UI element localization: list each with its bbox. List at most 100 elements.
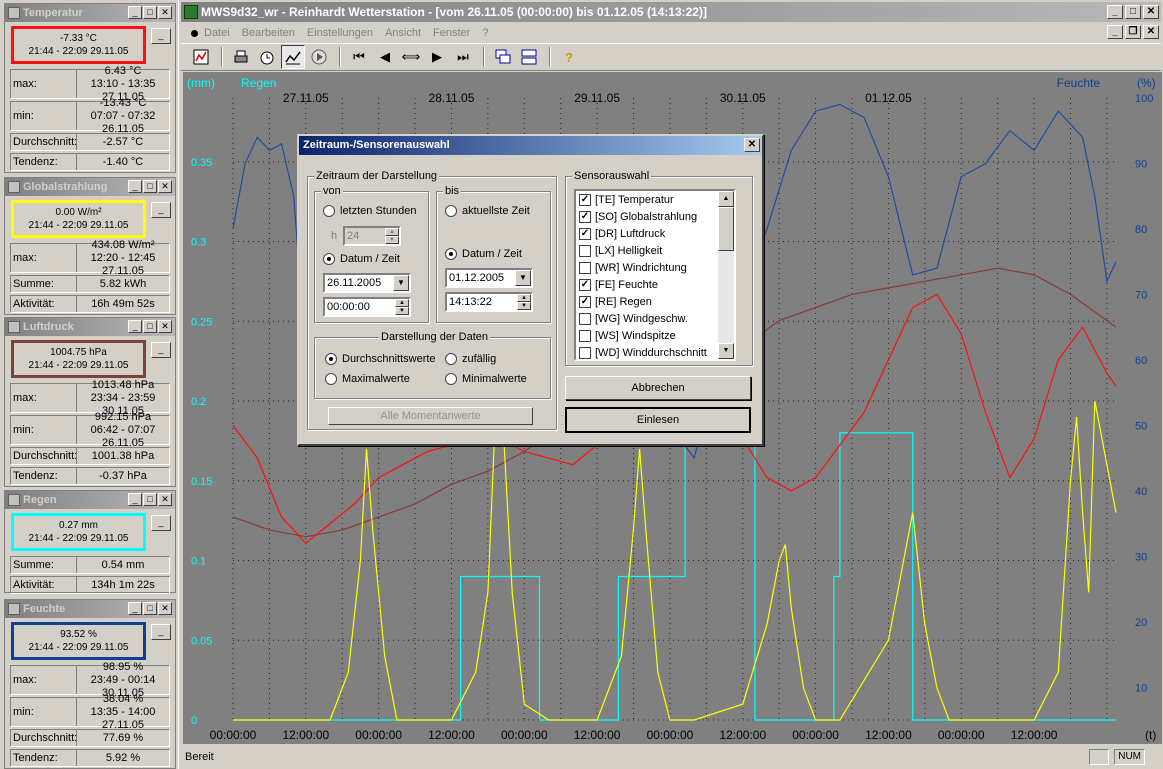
stat-row: max: 6.43 °C 13:10 - 13:35 27.11.05 (10, 65, 170, 103)
stat-label: Tendenz: (11, 750, 77, 766)
sensor-item[interactable]: [WS] Windspitze (576, 327, 734, 344)
panel-collapse-button[interactable]: _ (151, 624, 171, 640)
sensor-item[interactable]: ✓ [RE] Regen (576, 293, 734, 310)
child-restore-button[interactable]: ❐ (1125, 25, 1141, 39)
alle-momentanwerte-button[interactable]: Alle Momentanwerte (328, 407, 533, 425)
panel-close-button[interactable]: ✕ (158, 602, 172, 615)
y-left-tick-label: 0.25 (191, 316, 212, 328)
bis-date-combo[interactable]: 01.12.2005 ▼ (445, 268, 533, 288)
sensor-item[interactable]: ✓ [FE] Feuchte (576, 276, 734, 293)
radio-von-datum[interactable]: Datum / Zeit (323, 253, 400, 265)
menu-einstellungen[interactable]: Einstellungen (307, 27, 373, 39)
unchecked-checkbox[interactable] (579, 346, 591, 359)
checked-checkbox[interactable]: ✓ (579, 227, 591, 240)
menu-bearbeiten[interactable]: Bearbeiten (242, 27, 295, 39)
panel-minimize-button[interactable]: _ (128, 320, 142, 333)
tile-icon[interactable] (517, 45, 541, 69)
panel-maximize-button[interactable]: □ (143, 493, 157, 506)
sensor-item[interactable]: [WD] Winddurchschnitt (576, 344, 734, 359)
dialog-close-button[interactable]: ✕ (744, 138, 760, 152)
last-icon[interactable]: ⏭ (451, 45, 475, 69)
line-chart-icon[interactable] (281, 45, 305, 69)
einlesen-button[interactable]: Einlesen (565, 407, 751, 433)
panel-close-button[interactable]: ✕ (158, 6, 172, 19)
sensor-item[interactable]: [WG] Windgeschw. (576, 310, 734, 327)
child-close-button[interactable]: ✕ (1143, 25, 1159, 39)
unchecked-checkbox[interactable] (579, 329, 591, 342)
maximize-button[interactable]: □ (1125, 5, 1141, 19)
hours-spinner[interactable]: 24 ▲ ▼ (343, 226, 401, 246)
sensor-list-scrollbar[interactable]: ▲ ▼ (718, 191, 734, 359)
radio-durchschnitt[interactable]: Durchschnittswerte (325, 353, 436, 365)
sensor-item[interactable]: [WR] Windrichtung (576, 259, 734, 276)
play-icon[interactable] (307, 45, 331, 69)
minimize-button[interactable]: _ (1107, 5, 1123, 19)
radio-minimal[interactable]: Minimalwerte (445, 373, 527, 385)
close-button[interactable]: ✕ (1143, 5, 1159, 19)
timer-icon[interactable] (255, 45, 279, 69)
stat-label: Durchschnitt: (13, 134, 78, 150)
unchecked-checkbox[interactable] (579, 312, 591, 325)
child-minimize-button[interactable]: _ (1107, 25, 1123, 39)
checked-checkbox[interactable]: ✓ (579, 193, 591, 206)
menu-ansicht[interactable]: Ansicht (385, 27, 421, 39)
panel-close-button[interactable]: ✕ (158, 320, 172, 333)
print-icon[interactable] (229, 45, 253, 69)
panel-titlebar[interactable]: Globalstrahlung _ □ ✕ (5, 178, 175, 196)
stat-label: Summe: (11, 276, 77, 292)
scroll-up-icon[interactable]: ▲ (718, 191, 734, 207)
menu-fenster[interactable]: Fenster (433, 27, 470, 39)
panel-maximize-button[interactable]: □ (143, 6, 157, 19)
chart-icon[interactable] (189, 45, 213, 69)
abbrechen-button[interactable]: Abbrechen (565, 376, 751, 400)
panel-maximize-button[interactable]: □ (143, 320, 157, 333)
sensor-item[interactable]: [LX] Helligkeit (576, 242, 734, 259)
dialog-titlebar[interactable]: Zeitraum-/Sensorenauswahl ✕ (299, 136, 762, 155)
panel-minimize-button[interactable]: _ (128, 180, 142, 193)
panel-titlebar[interactable]: Temperatur _ □ ✕ (5, 4, 175, 22)
panel-collapse-button[interactable]: _ (151, 202, 171, 218)
panel-close-button[interactable]: ✕ (158, 180, 172, 193)
panel-titlebar[interactable]: Luftdruck _ □ ✕ (5, 318, 175, 336)
sensor-list[interactable]: ✓ [TE] Temperatur ✓ [SO] Globalstrahlung ✓ [D… (574, 189, 736, 361)
panel-minimize-button[interactable]: _ (128, 493, 142, 506)
von-date-combo[interactable]: 26.11.2005 ▼ (323, 273, 411, 293)
prev-icon[interactable]: ◀ (373, 45, 397, 69)
radio-letzte-stunden[interactable]: letzten Stunden (323, 205, 416, 217)
cascade-icon[interactable] (491, 45, 515, 69)
next-icon[interactable]: ▶ (425, 45, 449, 69)
radio-maximal[interactable]: Maximalwerte (325, 373, 410, 385)
panel-maximize-button[interactable]: □ (143, 602, 157, 615)
panel-close-button[interactable]: ✕ (158, 493, 172, 506)
panel-collapse-button[interactable]: _ (151, 342, 171, 358)
help-icon[interactable]: ? (557, 45, 581, 69)
current-time: 21:44 - 22:09 29.11.05 (28, 220, 129, 231)
radio-aktuellste-zeit[interactable]: aktuellste Zeit (445, 205, 530, 217)
checked-checkbox[interactable]: ✓ (579, 278, 591, 291)
panel-titlebar[interactable]: Regen _ □ ✕ (5, 491, 175, 509)
panel-titlebar[interactable]: Feuchte _ □ ✕ (5, 600, 175, 618)
panel-minimize-button[interactable]: _ (128, 602, 142, 615)
sensor-item[interactable]: ✓ [SO] Globalstrahlung (576, 208, 734, 225)
radio-zufaellig[interactable]: zufällig (445, 353, 496, 365)
menu-help[interactable]: ? (482, 27, 488, 39)
first-icon[interactable]: ⏮ (347, 45, 371, 69)
scroll-thumb[interactable] (718, 207, 734, 251)
scroll-down-icon[interactable]: ▼ (718, 343, 734, 359)
von-time-spinner[interactable]: 00:00:00 ▲ ▼ (323, 297, 411, 317)
panel-minimize-button[interactable]: _ (128, 6, 142, 19)
sensor-item[interactable]: ✓ [DR] Luftdruck (576, 225, 734, 242)
checked-checkbox[interactable]: ✓ (579, 295, 591, 308)
panel-maximize-button[interactable]: □ (143, 180, 157, 193)
window-titlebar[interactable]: MWS9d32_wr - Reinhardt Wetterstation - [… (181, 2, 1161, 22)
fit-icon[interactable]: ⟺ (399, 45, 423, 69)
checked-checkbox[interactable]: ✓ (579, 210, 591, 223)
bis-time-spinner[interactable]: 14:13:22 ▲ ▼ (445, 292, 533, 312)
unchecked-checkbox[interactable] (579, 261, 591, 274)
panel-collapse-button[interactable]: _ (151, 515, 171, 531)
panel-collapse-button[interactable]: _ (151, 28, 171, 44)
radio-bis-datum[interactable]: Datum / Zeit (445, 248, 522, 260)
unchecked-checkbox[interactable] (579, 244, 591, 257)
sensor-item[interactable]: ✓ [TE] Temperatur (576, 191, 734, 208)
menu-datei[interactable]: Datei (204, 27, 230, 39)
